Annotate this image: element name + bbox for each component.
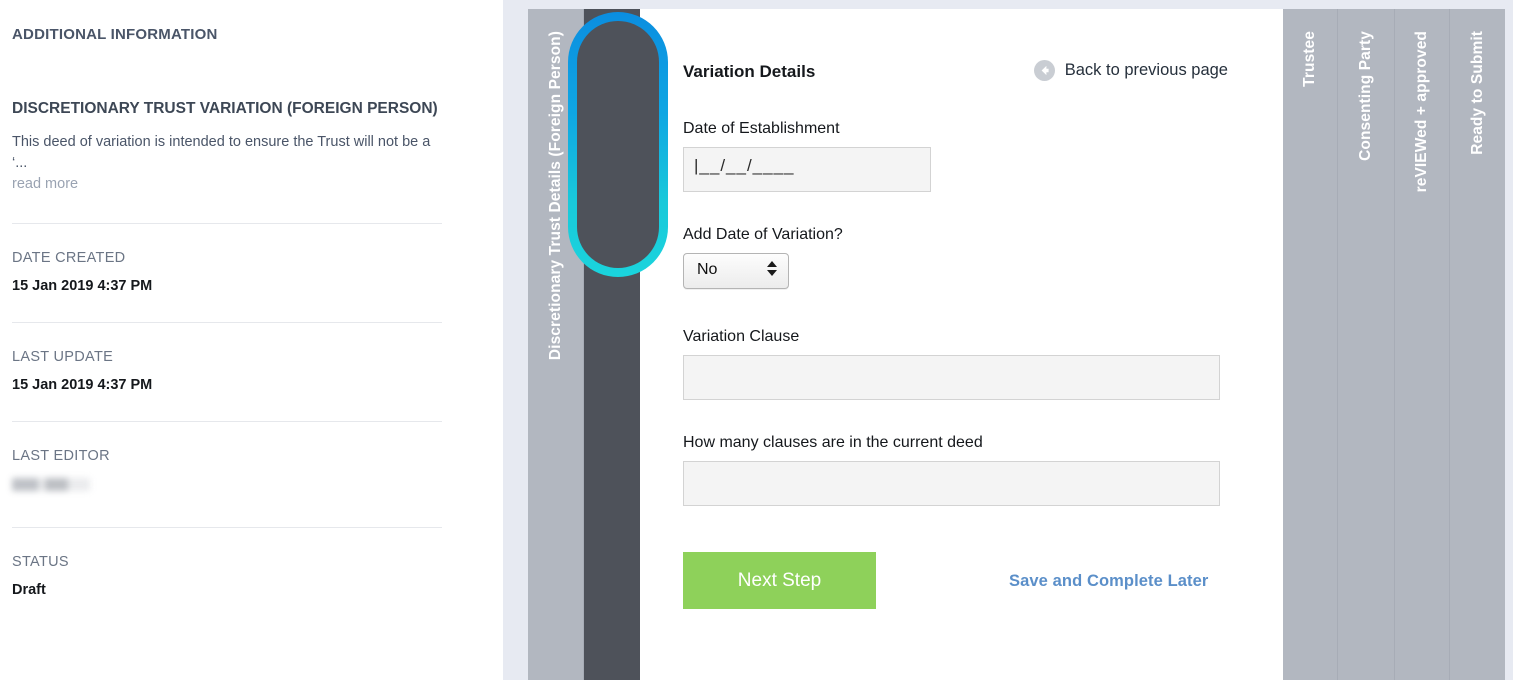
save-and-complete-later-link[interactable]: Save and Complete Later (1009, 572, 1208, 591)
next-step-button[interactable]: Next Step (683, 552, 876, 609)
meta-value-last-editor-redacted (12, 478, 90, 492)
meta-last-update: LAST UPDATE 15 Jan 2019 4:37 PM (12, 323, 442, 421)
vtab-label-trust-details: Discretionary Trust Details (Foreign Per… (546, 31, 564, 361)
sidebar-item-variation-details[interactable]: Variation Details (584, 9, 640, 680)
wizard-content-area: Discretionary Trust Details (Foreign Per… (528, 9, 1505, 680)
meta-date-created: DATE CREATED 15 Jan 2019 4:37 PM (12, 224, 442, 322)
label-add-date-of-variation: Add Date of Variation? (683, 226, 843, 243)
back-to-previous-page-link[interactable]: Back to previous page (1033, 60, 1228, 81)
meta-value-status: Draft (12, 582, 46, 599)
meta-label-last-update: LAST UPDATE (12, 349, 114, 366)
clause-count-input[interactable] (683, 461, 1220, 506)
field-add-date-of-variation: Add Date of Variation? No (683, 192, 1505, 294)
meta-value-last-update: 15 Jan 2019 4:37 PM (12, 377, 153, 394)
circle-arrow-left-icon (1033, 60, 1055, 81)
meta-label-last-editor: LAST EDITOR (12, 448, 110, 465)
wizard-panel: Discretionary Trust Details (Foreign Per… (503, 0, 1513, 680)
add-date-of-variation-selected-value: No (697, 261, 718, 278)
additional-information-sidebar: ADDITIONAL INFORMATION DISCRETIONARY TRU… (0, 0, 470, 680)
vtab-label-variation-details: Variation Details (603, 45, 620, 168)
page-title: Variation Details (683, 62, 816, 81)
read-more-link[interactable]: read more (12, 174, 78, 192)
variation-details-form: Variation Details Back to previous page … (683, 9, 1505, 680)
meta-value-date-created: 15 Jan 2019 4:37 PM (12, 278, 153, 295)
document-description: This deed of variation is intended to en… (12, 134, 431, 172)
field-clause-count: How many clauses are in the current deed (683, 400, 1505, 506)
meta-label-date-created: DATE CREATED (12, 250, 126, 267)
label-variation-clause: Variation Clause (683, 328, 800, 345)
date-mask-wrapper: |__/__/____ (683, 147, 931, 192)
meta-label-status: STATUS (12, 554, 69, 571)
form-header: Variation Details Back to previous page (683, 9, 1505, 86)
stepper-arrows-icon (767, 261, 777, 281)
form-actions: Next Step Save and Complete Later (683, 506, 1505, 622)
label-clause-count: How many clauses are in the current deed (683, 434, 983, 451)
field-date-of-establishment: Date of Establishment |__/__/____ (683, 86, 1505, 192)
field-variation-clause: Variation Clause (683, 294, 1505, 400)
add-date-of-variation-select[interactable]: No (683, 253, 789, 289)
date-of-establishment-input[interactable] (683, 147, 931, 192)
label-date-of-establishment: Date of Establishment (683, 120, 840, 137)
document-title: DISCRETIONARY TRUST VARIATION (FOREIGN P… (12, 100, 438, 117)
sidebar-section-title: ADDITIONAL INFORMATION (12, 26, 218, 43)
variation-clause-input[interactable] (683, 355, 1220, 400)
meta-last-editor: LAST EDITOR (12, 422, 442, 523)
sidebar-item-trust-details[interactable]: Discretionary Trust Details (Foreign Per… (528, 9, 584, 680)
meta-status: STATUS Draft (12, 528, 442, 626)
back-link-label: Back to previous page (1064, 61, 1228, 79)
